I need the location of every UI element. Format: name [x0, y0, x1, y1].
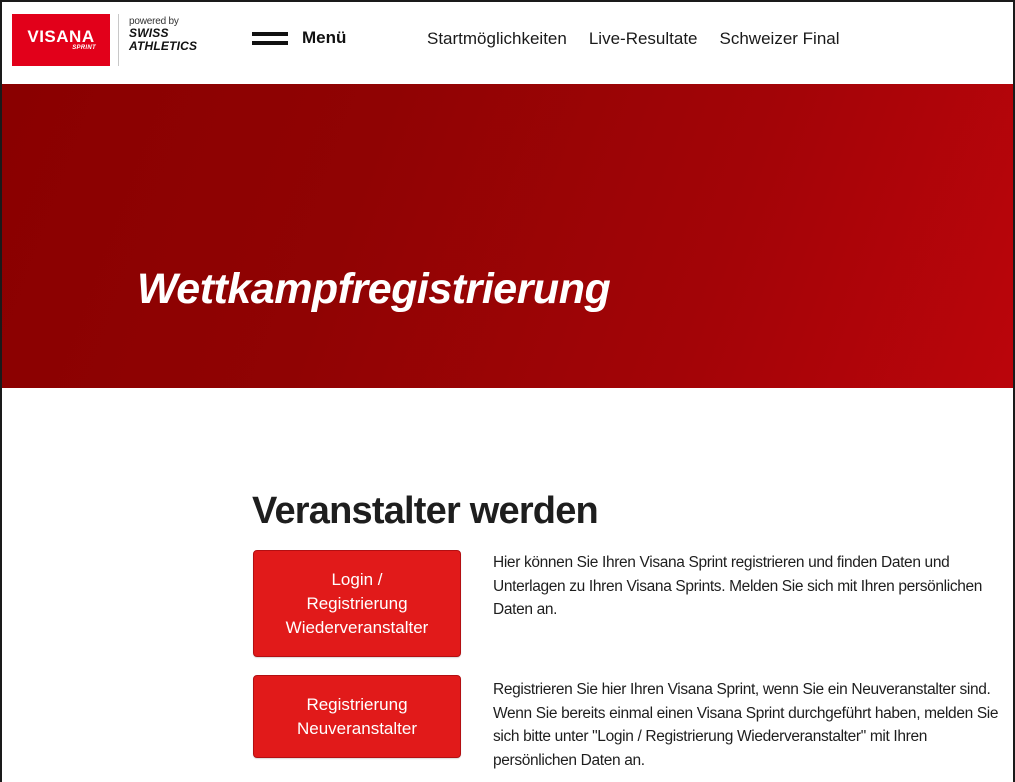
- login-registrierung-wiederveranstalter-button[interactable]: Login / Registrierung Wiederveranstalter: [253, 550, 461, 657]
- nav-link-schweizer-final[interactable]: Schweizer Final: [720, 29, 840, 49]
- hamburger-icon: [252, 31, 288, 45]
- swiss-athletics-logo: powered by SWISS ATHLETICS: [129, 16, 197, 53]
- visana-sprint-logo[interactable]: VISANA SPRINT: [12, 14, 110, 66]
- nav-link-live-resultate[interactable]: Live-Resultate: [589, 29, 698, 49]
- top-navigation: Startmöglichkeiten Live-Resultate Schwei…: [427, 29, 840, 49]
- page-title: Wettkampfregistrierung: [137, 265, 611, 313]
- button-label: Login / Registrierung Wiederveranstalter: [285, 569, 429, 637]
- hero-banner: Wettkampfregistrierung: [0, 84, 1015, 388]
- athletics-label: ATHLETICS: [129, 39, 198, 53]
- registrierung-neuveranstalter-button[interactable]: Registrierung Neuveranstalter: [253, 675, 461, 758]
- neuveranstalter-description: Registrieren Sie hier Ihren Visana Sprin…: [493, 681, 999, 769]
- menu-toggle-button[interactable]: Menü: [252, 28, 346, 48]
- nav-link-startmoeglichkeiten[interactable]: Startmöglichkeiten: [427, 29, 567, 49]
- button-label: Registrierung Neuveranstalter: [296, 694, 417, 738]
- site-header: VISANA SPRINT powered by SWISS ATHLETICS…: [0, 0, 1015, 84]
- logo-divider: [118, 14, 119, 66]
- menu-label: Menü: [302, 28, 347, 47]
- section-title: Veranstalter werden: [252, 490, 599, 532]
- logo-brand-text: VISANA: [27, 27, 95, 46]
- wiederveranstalter-description: Hier können Sie Ihren Visana Sprint regi…: [493, 554, 983, 618]
- logo-sub-text: SPRINT: [72, 45, 96, 51]
